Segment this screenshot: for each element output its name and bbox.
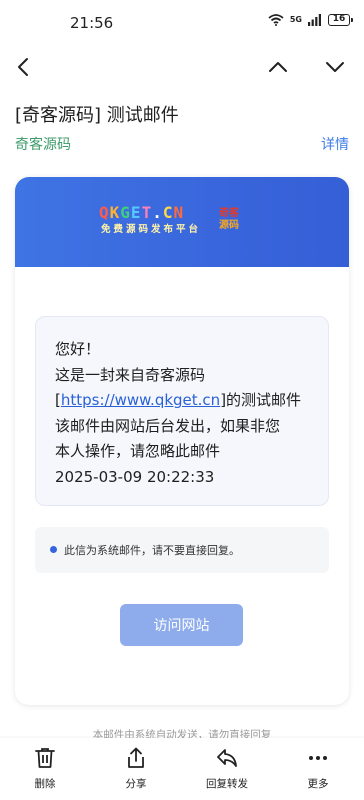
delete-label: 删除 xyxy=(34,778,56,790)
trash-icon xyxy=(35,748,55,768)
more-label: 更多 xyxy=(307,778,329,790)
status-time: 21:56 xyxy=(70,14,114,32)
chevron-left-icon xyxy=(18,58,28,76)
more-icon xyxy=(309,756,327,760)
share-button[interactable]: 分享 xyxy=(106,746,166,794)
card-header-banner: QKGET.CN 免费源码发布平台 奇客 源码 xyxy=(15,177,349,267)
reply-forward-label: 回复转发 xyxy=(206,778,248,790)
visit-website-button[interactable]: 访问网站 xyxy=(120,604,243,646)
bottom-toolbar: 删除 分享 回复转发 更多 xyxy=(0,738,364,800)
notice-text: 此信为系统邮件，请不要直接回复。 xyxy=(64,544,240,557)
system-notice: 此信为系统邮件，请不要直接回复。 xyxy=(35,527,329,573)
network-type-label: 5G xyxy=(289,15,302,24)
logo-side-line2: 源码 xyxy=(219,220,239,231)
status-icons: 5G 16 xyxy=(268,14,353,26)
signal-icon xyxy=(308,14,321,26)
nav-bar xyxy=(0,46,364,86)
battery-level: 16 xyxy=(332,14,346,24)
message-greeting: 您好！ xyxy=(55,340,101,358)
email-sender[interactable]: 奇客源码 xyxy=(15,134,71,154)
next-email-button[interactable] xyxy=(320,52,350,82)
share-icon xyxy=(128,747,144,768)
message-timestamp: 2025-03-09 20:22:33 xyxy=(55,467,215,486)
logo-tagline: 免费源码发布平台 xyxy=(101,224,202,235)
link-bracket-close: ]的测试邮件 xyxy=(220,391,302,409)
more-button[interactable]: 更多 xyxy=(288,746,348,794)
logo-side-line1: 奇客 xyxy=(219,208,239,219)
status-bar: 21:56 5G 16 xyxy=(0,0,364,46)
logo-brand-text: QKGET.CN xyxy=(99,203,185,222)
reply-forward-button[interactable]: 回复转发 xyxy=(197,746,257,794)
reply-icon xyxy=(217,749,237,767)
email-body-card: QKGET.CN 免费源码发布平台 奇客 源码 您好！ 这是一封来自奇客源码 [… xyxy=(15,177,349,705)
message-line-5: 本人操作，请忽略此邮件 xyxy=(55,442,221,460)
website-link[interactable]: https://www.qkget.cn xyxy=(61,391,220,409)
chevron-up-icon xyxy=(269,62,287,72)
chevron-down-icon xyxy=(326,62,344,72)
message-box: 您好！ 这是一封来自奇客源码 [https://www.qkget.cn]的测试… xyxy=(35,316,329,506)
message-line-2: 这是一封来自奇客源码 xyxy=(55,365,206,384)
message-line-3: [https://www.qkget.cn]的测试邮件 xyxy=(55,388,301,414)
previous-email-button[interactable] xyxy=(263,52,293,82)
logo-side-text: 奇客 源码 xyxy=(219,208,241,232)
notice-dot-icon xyxy=(50,546,57,553)
email-subject: [奇客源码] 测试邮件 xyxy=(15,105,179,126)
message-text: 您好！ 这是一封来自奇客源码 [https://www.qkget.cn]的测试… xyxy=(55,337,301,490)
brand-logo: QKGET.CN 免费源码发布平台 奇客 源码 xyxy=(99,204,249,240)
message-line-4: 该邮件由网站后台发出，如果非您 xyxy=(55,416,281,435)
wifi-icon xyxy=(268,14,284,26)
details-link[interactable]: 详情 xyxy=(321,134,349,154)
back-button[interactable] xyxy=(8,52,38,82)
battery-icon: 16 xyxy=(328,14,353,26)
share-label: 分享 xyxy=(125,778,147,790)
delete-button[interactable]: 删除 xyxy=(15,746,75,794)
